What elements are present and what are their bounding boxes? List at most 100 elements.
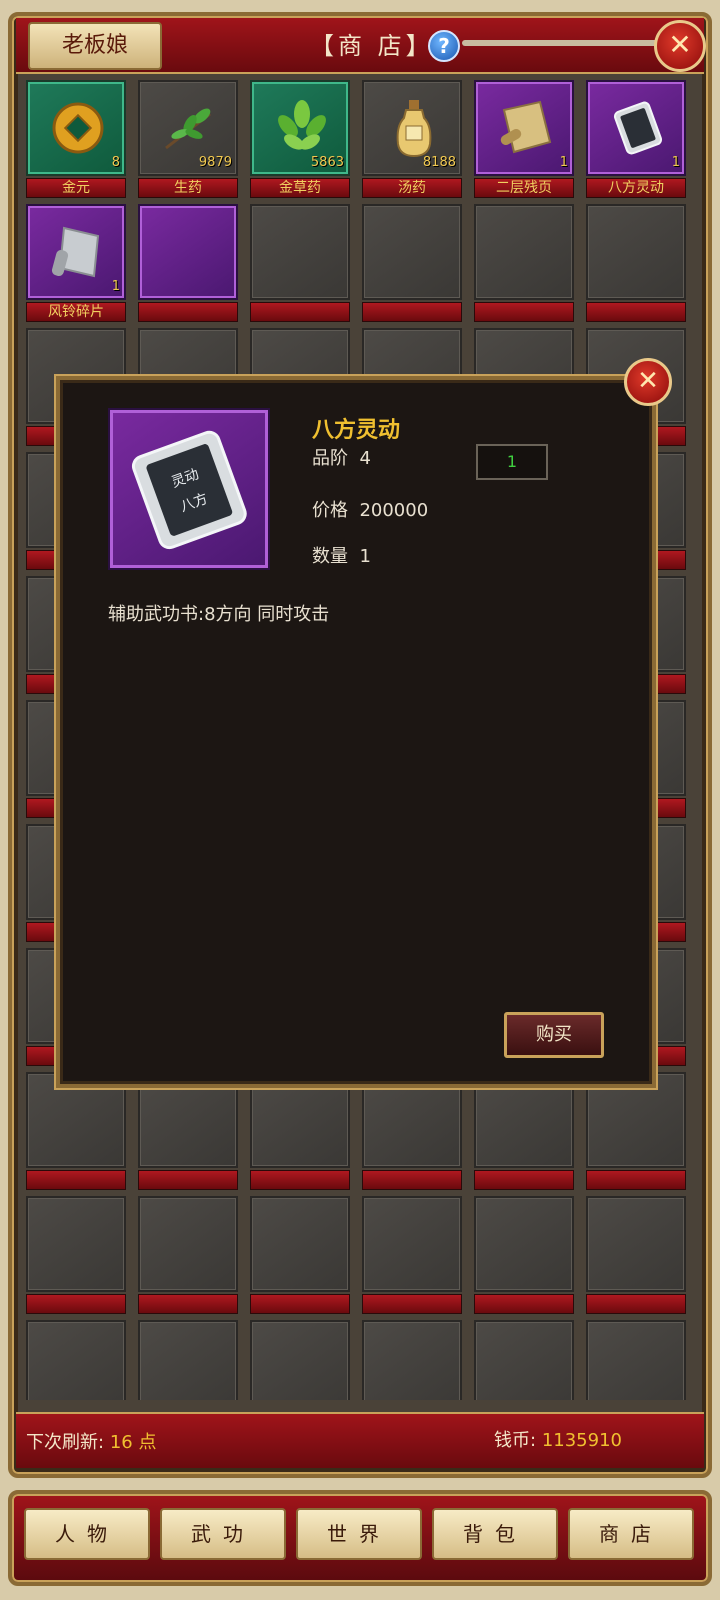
detail-grade: 品阶 4 [312, 444, 371, 470]
slot-frame: 1 [474, 80, 574, 176]
slot-frame [138, 1320, 238, 1400]
shop-slot[interactable] [250, 1196, 350, 1314]
slot-frame [26, 1320, 126, 1400]
shop-slot[interactable] [362, 1320, 462, 1400]
item-name-label: 八方灵动 [586, 178, 686, 198]
slot-frame: 1 [26, 204, 126, 300]
shop-slot[interactable] [586, 1320, 686, 1400]
slot-frame [138, 204, 238, 300]
money-value: 1135910 [541, 1430, 622, 1451]
shop-slot[interactable] [474, 1320, 574, 1400]
shop-slot[interactable] [250, 1320, 350, 1400]
shop-slot[interactable] [362, 1072, 462, 1190]
shop-slot[interactable] [250, 1072, 350, 1190]
nav-shop[interactable]: 商店 [568, 1508, 694, 1560]
item-count: 8188 [422, 155, 456, 170]
item-name-label: 风铃碎片 [26, 302, 126, 322]
item-name-label [138, 302, 238, 322]
item-name-label [138, 1294, 238, 1314]
shop-slot[interactable] [26, 1072, 126, 1190]
slot-frame [586, 1320, 686, 1400]
shop-slot[interactable]: 1 八方灵动 [586, 80, 686, 198]
slot-frame [250, 1320, 350, 1400]
slot-frame [362, 1196, 462, 1292]
nav-character[interactable]: 人物 [24, 1508, 150, 1560]
shop-slot[interactable] [586, 1072, 686, 1190]
shop-slot[interactable] [138, 204, 238, 322]
slot-frame [250, 204, 350, 300]
nav-world[interactable]: 世界 [296, 1508, 422, 1560]
shop-slot[interactable] [138, 1320, 238, 1400]
close-dialog-button[interactable]: ✕ [624, 358, 672, 406]
slot-frame: 1 [586, 80, 686, 176]
slot-frame [138, 1196, 238, 1292]
slot-frame [362, 204, 462, 300]
detail-quantity: 数量 1 [312, 542, 371, 568]
slot-frame: 8188 [362, 80, 462, 176]
quantity-input[interactable]: 1 [476, 444, 548, 480]
item-name-label: 金草药 [250, 178, 350, 198]
grade-label: 品阶 [312, 448, 348, 469]
nav-bag[interactable]: 背包 [432, 1508, 558, 1560]
shop-slot[interactable] [586, 204, 686, 322]
shop-slot[interactable]: 8 金元 [26, 80, 126, 198]
item-count: 1 [671, 155, 680, 170]
title-slider [462, 40, 662, 46]
shop-slot[interactable] [26, 1320, 126, 1400]
shop-slot[interactable] [138, 1072, 238, 1190]
item-name-label [26, 1294, 126, 1314]
shop-slot[interactable] [474, 1072, 574, 1190]
shop-slot[interactable] [138, 1196, 238, 1314]
price-value: 200000 [359, 500, 429, 521]
item-name-label [362, 1170, 462, 1190]
detail-description: 辅助武功书:8方向 同时攻击 [108, 604, 330, 625]
refresh-info: 下次刷新: 16 点 [26, 1428, 156, 1454]
shop-slot[interactable]: 9879 生药 [138, 80, 238, 198]
detail-item-image: 灵动 八方 [108, 408, 270, 570]
item-count: 8 [111, 155, 120, 170]
slot-frame [26, 1196, 126, 1292]
item-name-label [250, 302, 350, 322]
detail-price: 价格 200000 [312, 496, 428, 522]
item-name-label [586, 1170, 686, 1190]
item-name-label [250, 1170, 350, 1190]
shop-slot[interactable] [250, 204, 350, 322]
buy-button[interactable]: 购买 [504, 1012, 604, 1058]
skill-book-icon: 灵动 八方 [131, 430, 247, 550]
item-name-label [26, 1170, 126, 1190]
shop-slot[interactable] [474, 1196, 574, 1314]
item-count: 9879 [198, 155, 232, 170]
item-name-label [250, 1294, 350, 1314]
item-name-label: 金元 [26, 178, 126, 198]
item-name-label [474, 1170, 574, 1190]
nav-martial-arts[interactable]: 武功 [160, 1508, 286, 1560]
shop-slot[interactable] [26, 1196, 126, 1314]
refresh-label: 下次刷新: [26, 1432, 105, 1453]
item-name-label [474, 302, 574, 322]
shop-slot[interactable] [362, 1196, 462, 1314]
slot-frame: 9879 [138, 80, 238, 176]
item-name-label [474, 1294, 574, 1314]
item-count: 1 [559, 155, 568, 170]
item-name-label [362, 1294, 462, 1314]
shop-slot[interactable] [586, 1196, 686, 1314]
owner-tab[interactable]: 老板娘 [28, 22, 162, 70]
shop-slot[interactable]: 1 二层残页 [474, 80, 574, 198]
close-shop-button[interactable]: ✕ [654, 20, 706, 72]
slot-frame [250, 1196, 350, 1292]
quantity-label: 数量 [312, 546, 348, 567]
detail-item-name: 八方灵动 [312, 418, 401, 443]
shop-slot[interactable] [474, 204, 574, 322]
shop-slot[interactable] [362, 204, 462, 322]
help-icon[interactable]: ? [428, 30, 460, 62]
money-label: 钱币: [494, 1430, 537, 1451]
shop-slot[interactable]: 1 风铃碎片 [26, 204, 126, 322]
item-count: 1 [111, 279, 120, 294]
shop-slot[interactable]: 8188 汤药 [362, 80, 462, 198]
money-info: 钱币: 1135910 [494, 1426, 622, 1452]
slot-frame [362, 1320, 462, 1400]
quantity-value: 1 [359, 546, 371, 567]
slot-frame: 5863 [250, 80, 350, 176]
shop-slot[interactable]: 5863 金草药 [250, 80, 350, 198]
item-name-label [138, 1170, 238, 1190]
